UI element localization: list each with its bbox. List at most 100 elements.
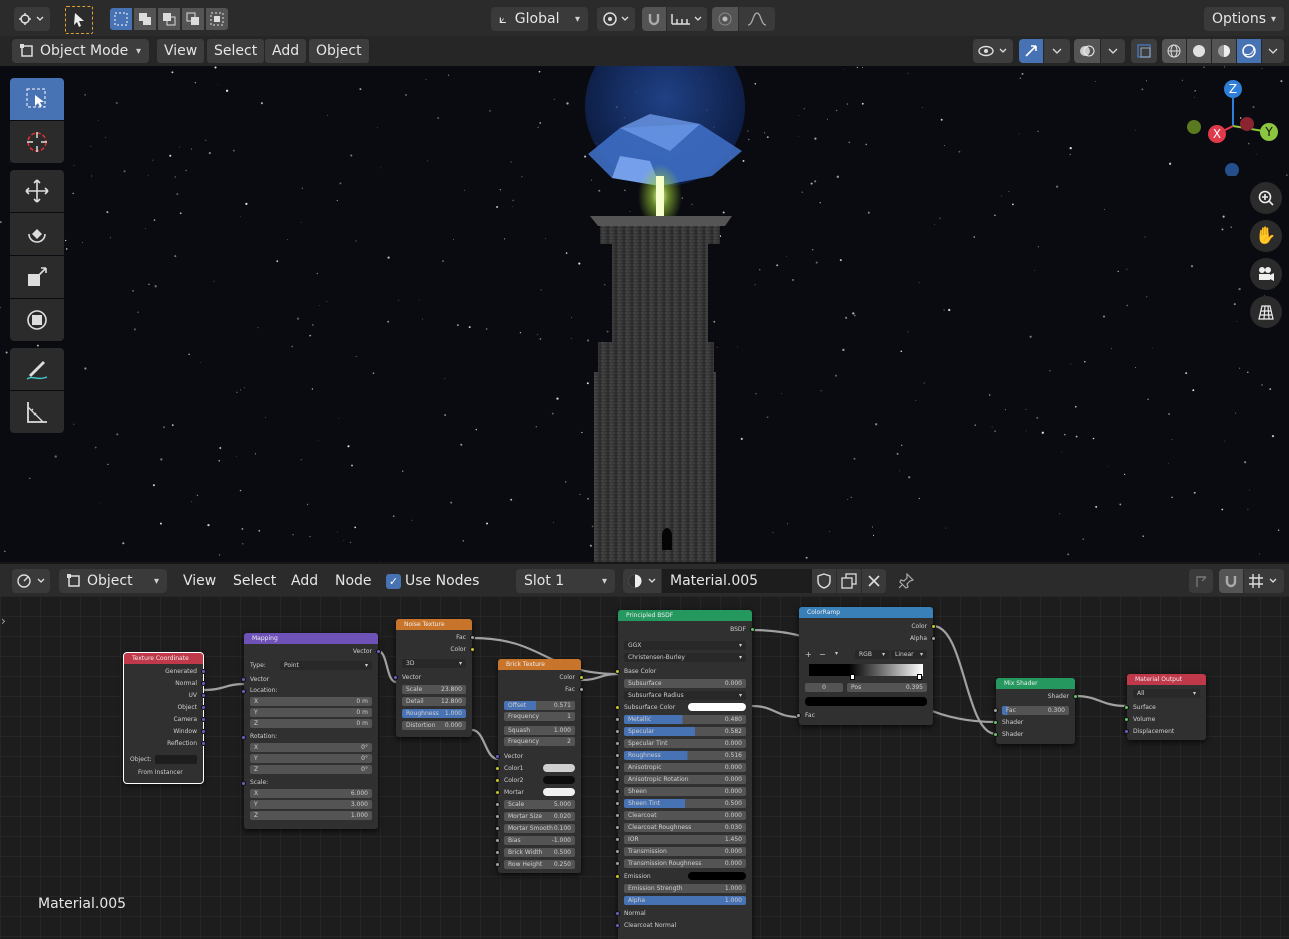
node-menu-add[interactable]: Add: [284, 569, 325, 593]
ramp-stop-color[interactable]: [805, 697, 927, 706]
pin-icon[interactable]: [894, 569, 918, 593]
node-material-output[interactable]: Material Output All ▾ Surface Volume Disp…: [1124, 674, 1206, 740]
material-preview-icon[interactable]: [1212, 39, 1236, 63]
bsdf-field[interactable]: Metallic 0.480: [624, 715, 746, 724]
rotate-tool[interactable]: [10, 213, 64, 255]
duplicate-material-icon[interactable]: [837, 569, 861, 593]
transform-tool[interactable]: [10, 299, 64, 341]
select-invert-icon[interactable]: [182, 8, 204, 30]
measure-tool[interactable]: [10, 391, 64, 433]
transform-orientation-dropdown[interactable]: ⟀ Global ▾: [491, 7, 588, 31]
bsdf-field[interactable]: Anisotropic Rotation 0.000: [624, 775, 746, 784]
from-instancer-checkbox[interactable]: From Instancer: [130, 768, 197, 777]
node-principled-bsdf[interactable]: Principled BSDF BSDF GGX ▾ Christensen-Bu…: [615, 610, 755, 939]
perspective-grid-icon[interactable]: [1250, 296, 1282, 328]
3d-viewport[interactable]: Z Y X ✋: [0, 66, 1289, 562]
select-subtract-icon[interactable]: [158, 8, 180, 30]
menu-view[interactable]: View: [157, 39, 205, 63]
add-stop-icon[interactable]: +: [805, 650, 812, 659]
menu-object[interactable]: Object: [309, 39, 369, 63]
bsdf-field[interactable]: Sheen 0.000: [624, 787, 746, 796]
node-menu-select[interactable]: Select: [226, 569, 283, 593]
pivot-point-dropdown[interactable]: [597, 7, 635, 31]
shading-dropdown[interactable]: [1262, 39, 1284, 63]
scale-tool[interactable]: [10, 256, 64, 298]
node-snap-icon[interactable]: [1219, 569, 1243, 593]
use-nodes-toggle[interactable]: ✓ Use Nodes: [386, 573, 479, 589]
node-mapping[interactable]: Mapping Vector Type: Point ▾ Vector Locat…: [241, 633, 381, 829]
ramp-color-mode-dropdown[interactable]: RGB ▾: [855, 650, 889, 659]
node-texture-coordinate[interactable]: Texture Coordinate Generated Normal UV O…: [123, 652, 206, 784]
snap-target-dropdown[interactable]: [667, 7, 707, 31]
mode-dropdown[interactable]: Object Mode ▾: [12, 39, 149, 63]
node-canvas[interactable]: › Texture Coordinate Generated Normal UV…: [0, 596, 1289, 939]
color2-swatch[interactable]: [543, 776, 575, 784]
editor-type-icon[interactable]: [14, 7, 50, 31]
subsurface-method-dropdown[interactable]: Christensen-Burley ▾: [624, 653, 746, 662]
mapping-type-dropdown[interactable]: Point ▾: [280, 661, 372, 670]
wireframe-shading-icon[interactable]: [1162, 39, 1186, 63]
bsdf-field[interactable]: Clearcoat 0.000: [624, 811, 746, 820]
bsdf-field[interactable]: Anisotropic 0.000: [624, 763, 746, 772]
distribution-dropdown[interactable]: GGX ▾: [624, 641, 746, 650]
node-snap-target-dropdown[interactable]: [1244, 569, 1284, 593]
gizmo-dropdown[interactable]: [1044, 39, 1070, 63]
proportional-edit-icon[interactable]: [712, 7, 738, 31]
node-menu-view[interactable]: View: [176, 569, 223, 593]
slot-dropdown[interactable]: Slot 1 ▾: [516, 569, 615, 593]
zoom-icon[interactable]: [1250, 182, 1282, 214]
navigation-gizmo[interactable]: Z Y X: [1186, 76, 1282, 176]
object-picker-field[interactable]: [155, 755, 197, 764]
select-extend-icon[interactable]: [134, 8, 156, 30]
proportional-falloff-icon[interactable]: [739, 7, 775, 31]
visibility-dropdown[interactable]: [973, 39, 1013, 63]
snap-toggle-icon[interactable]: [642, 7, 666, 31]
ramp-stop-handle[interactable]: [850, 674, 855, 680]
output-target-dropdown[interactable]: All ▾: [1133, 689, 1200, 698]
overlay-toggle-icon[interactable]: [1074, 39, 1100, 63]
move-tool[interactable]: [10, 170, 64, 212]
node-mix-shader[interactable]: Mix Shader Shader Fac 0.300 Shader Shader: [993, 678, 1078, 744]
annotate-tool[interactable]: [10, 348, 64, 390]
bsdf-field[interactable]: Transmission 0.000: [624, 847, 746, 856]
bsdf-field[interactable]: Specular 0.582: [624, 727, 746, 736]
ramp-interpolation-dropdown[interactable]: Linear ▾: [891, 650, 927, 659]
menu-select[interactable]: Select: [207, 39, 265, 63]
noise-dimension-dropdown[interactable]: 3D ▾: [402, 659, 466, 668]
bsdf-field[interactable]: Specular Tint 0.000: [624, 739, 746, 748]
gizmo-toggle-icon[interactable]: [1019, 39, 1043, 63]
xray-toggle-icon[interactable]: [1131, 39, 1157, 63]
bsdf-field[interactable]: Clearcoat Roughness 0.030: [624, 823, 746, 832]
solid-shading-icon[interactable]: [1187, 39, 1211, 63]
ramp-menu-icon[interactable]: ▾: [835, 650, 838, 657]
rendered-shading-icon[interactable]: [1237, 39, 1261, 63]
material-browse-icon[interactable]: [623, 569, 661, 593]
node-menu-node[interactable]: Node: [328, 569, 379, 593]
emission-color-swatch[interactable]: [688, 872, 746, 880]
color1-swatch[interactable]: [543, 764, 575, 772]
pan-hand-icon[interactable]: ✋: [1250, 220, 1282, 252]
node-brick-texture[interactable]: Brick Texture Color Fac Offset 0.571 Freq…: [495, 659, 584, 873]
remove-stop-icon[interactable]: −: [819, 650, 826, 659]
material-name-field[interactable]: Material.005: [662, 569, 812, 593]
mortar-swatch[interactable]: [543, 788, 575, 796]
select-tool-icon[interactable]: [65, 6, 93, 34]
shader-type-dropdown[interactable]: Object ▾: [59, 569, 167, 593]
bsdf-field[interactable]: Roughness 0.516: [624, 751, 746, 760]
checkbox-checked-icon[interactable]: ✓: [386, 573, 401, 589]
node-editor-type-icon[interactable]: [12, 569, 50, 593]
unlink-close-icon[interactable]: [862, 569, 886, 593]
parent-node-tree-icon[interactable]: [1189, 569, 1213, 593]
select-intersect-icon[interactable]: [206, 8, 228, 30]
bsdf-field[interactable]: Transmission Roughness 0.000: [624, 859, 746, 868]
node-color-ramp[interactable]: ColorRamp Color Alpha + − ▾ RGB ▾ Linear ▾…: [796, 607, 936, 725]
ramp-gradient[interactable]: [809, 664, 923, 676]
cursor-tool[interactable]: [10, 121, 64, 163]
node-noise-texture[interactable]: Noise Texture Fac Color 3D ▾ Vector Scale…: [393, 619, 475, 737]
menu-add[interactable]: Add: [265, 39, 307, 63]
bsdf-field[interactable]: Sheen Tint 0.500: [624, 799, 746, 808]
subsurface-color-swatch[interactable]: [688, 703, 746, 711]
fake-user-shield-icon[interactable]: [812, 569, 836, 593]
camera-icon[interactable]: [1250, 258, 1282, 290]
bsdf-field[interactable]: IOR 1.450: [624, 835, 746, 844]
